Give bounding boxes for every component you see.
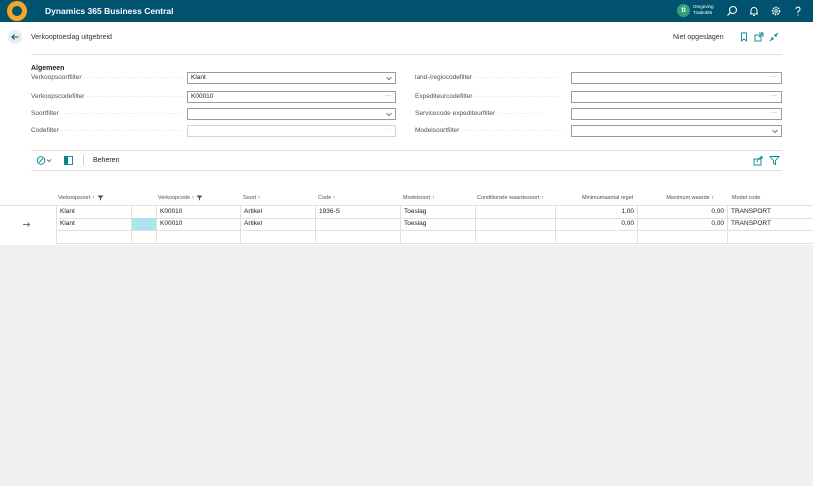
cell-type[interactable]: Artikel <box>240 218 315 231</box>
cell-model-code[interactable] <box>727 231 813 244</box>
cell-indicator-selected[interactable] <box>131 218 156 231</box>
cell-max-value[interactable]: 0,00 <box>637 218 727 231</box>
arrow-left-icon <box>11 34 19 40</box>
chevron-down-icon <box>386 112 392 117</box>
back-button[interactable] <box>8 30 22 44</box>
cell-sales-code[interactable] <box>156 231 240 244</box>
lookup-ellipsis-icon[interactable]: ··· <box>769 92 779 102</box>
cell-model-code[interactable]: TRANSPORT <box>727 218 813 231</box>
header-divider <box>31 54 782 55</box>
environment-badge[interactable]: ti <box>677 4 690 17</box>
cell-code[interactable] <box>315 231 400 244</box>
sales-type-filter-dropdown[interactable]: Klant <box>187 72 396 84</box>
cell-conditional-value-type[interactable] <box>475 231 555 244</box>
column-header-model-code[interactable]: Model code <box>732 183 802 204</box>
field-label: Verkoopscodefilter ·····················… <box>31 93 184 100</box>
field-label: Expediteurcodefilter ···················… <box>415 93 560 100</box>
search-icon[interactable] <box>725 4 739 18</box>
field-label: Modelsoortfilter ·······················… <box>415 127 563 134</box>
environment-label[interactable]: Omgeving Trade365 <box>693 4 714 16</box>
column-header-type[interactable]: Soort ↑ <box>243 183 313 204</box>
column-header-conditional-value-type[interactable]: Conditionele waardesoort ↑ <box>477 183 547 204</box>
column-header-sales-code[interactable]: Verkoopcode ↑ <box>158 183 238 204</box>
type-filter-dropdown[interactable] <box>187 108 396 120</box>
field-label: land-/regiocodefilter ··················… <box>415 74 560 81</box>
model-type-filter-dropdown[interactable] <box>571 125 782 137</box>
column-header-min-quantity[interactable]: Minimumaantal regel <box>555 183 633 204</box>
lookup-ellipsis-icon[interactable]: ··· <box>769 109 779 119</box>
cell-indicator[interactable] <box>131 231 156 244</box>
gear-icon[interactable] <box>769 4 783 18</box>
code-filter-input[interactable]: ··· <box>187 125 396 137</box>
open-new-window-icon[interactable] <box>754 32 764 42</box>
bell-icon[interactable] <box>747 4 761 18</box>
cell-sales-code[interactable]: K00010 <box>156 218 240 231</box>
page-title: Verkooptoeslag uitgebreid <box>31 34 112 41</box>
chevron-down-icon <box>386 76 392 81</box>
arrow-right-icon <box>23 222 31 227</box>
environment-line-2: Trade365 <box>693 10 713 15</box>
lookup-ellipsis-icon[interactable]: ··· <box>769 73 779 83</box>
table-row-empty[interactable] <box>0 231 813 244</box>
filter-icon <box>97 195 104 201</box>
field-label: Verkoopsoortfilter ·····················… <box>31 74 184 81</box>
field-label: Soortfilter ····························… <box>31 110 184 117</box>
shipping-agent-service-code-filter-input[interactable]: ··· <box>571 108 782 120</box>
cell-code[interactable] <box>315 218 400 231</box>
question-icon[interactable] <box>791 4 805 18</box>
cell-conditional-value-type[interactable] <box>475 218 555 231</box>
save-status: Niet opgeslagen <box>673 34 724 41</box>
filter-icon[interactable] <box>769 155 780 166</box>
table-row[interactable]: Klant K00010 Artikel 1936-S Toeslag 1,00… <box>0 205 813 219</box>
column-header-model-type[interactable]: Modelsoort ↑ <box>403 183 473 204</box>
column-header-sales-type[interactable]: Verkoopsoort ↑ <box>58 183 128 204</box>
cell-min-quantity[interactable] <box>555 231 637 244</box>
dynamics-logo-icon[interactable] <box>7 1 27 21</box>
cell-max-value[interactable] <box>637 231 727 244</box>
country-region-code-filter-input[interactable]: ··· <box>571 72 782 84</box>
action-bar-divider-top <box>31 150 782 151</box>
app-title[interactable]: Dynamics 365 Business Central <box>45 6 174 16</box>
cell-model-type[interactable]: Toeslag <box>400 218 475 231</box>
share-icon[interactable] <box>753 155 764 166</box>
manage-button[interactable]: Beheren <box>93 157 119 164</box>
action-bar-divider-bottom <box>31 170 782 171</box>
bookmark-icon[interactable] <box>739 32 749 42</box>
cell-model-type[interactable] <box>400 231 475 244</box>
column-header-max-value[interactable]: Maximum waarde ↑ <box>640 183 714 204</box>
view-layout-icon[interactable] <box>63 155 74 166</box>
column-header-code[interactable]: Code ↑ <box>318 183 398 204</box>
cell-type[interactable] <box>240 231 315 244</box>
shipping-agent-code-filter-input[interactable]: ··· <box>571 91 782 103</box>
filter-icon <box>196 195 203 201</box>
edit-mode-icon[interactable] <box>36 155 54 166</box>
top-navigation-bar: Dynamics 365 Business Central ti Omgevin… <box>0 0 813 22</box>
cell-sales-type[interactable] <box>56 231 131 244</box>
cell-sales-type[interactable]: Klant <box>56 218 131 231</box>
table-row[interactable]: Klant K00010 Artikel Toeslag 0,00 0,00 T… <box>0 218 813 231</box>
collapse-icon[interactable] <box>769 32 779 42</box>
sales-code-filter-input[interactable]: K00010 ··· <box>187 91 396 103</box>
action-bar-separator <box>83 155 84 165</box>
page-background-area <box>0 245 813 486</box>
section-title-general[interactable]: Algemeen <box>31 65 64 72</box>
cell-min-quantity[interactable]: 0,00 <box>555 218 637 231</box>
field-label: Codefilter ·····························… <box>31 127 184 134</box>
lookup-ellipsis-icon: ··· <box>385 127 391 133</box>
chevron-down-icon <box>772 129 778 134</box>
field-label: Servicecode expediteurfilter ···········… <box>415 110 542 117</box>
lookup-ellipsis-icon[interactable]: ··· <box>383 92 393 102</box>
